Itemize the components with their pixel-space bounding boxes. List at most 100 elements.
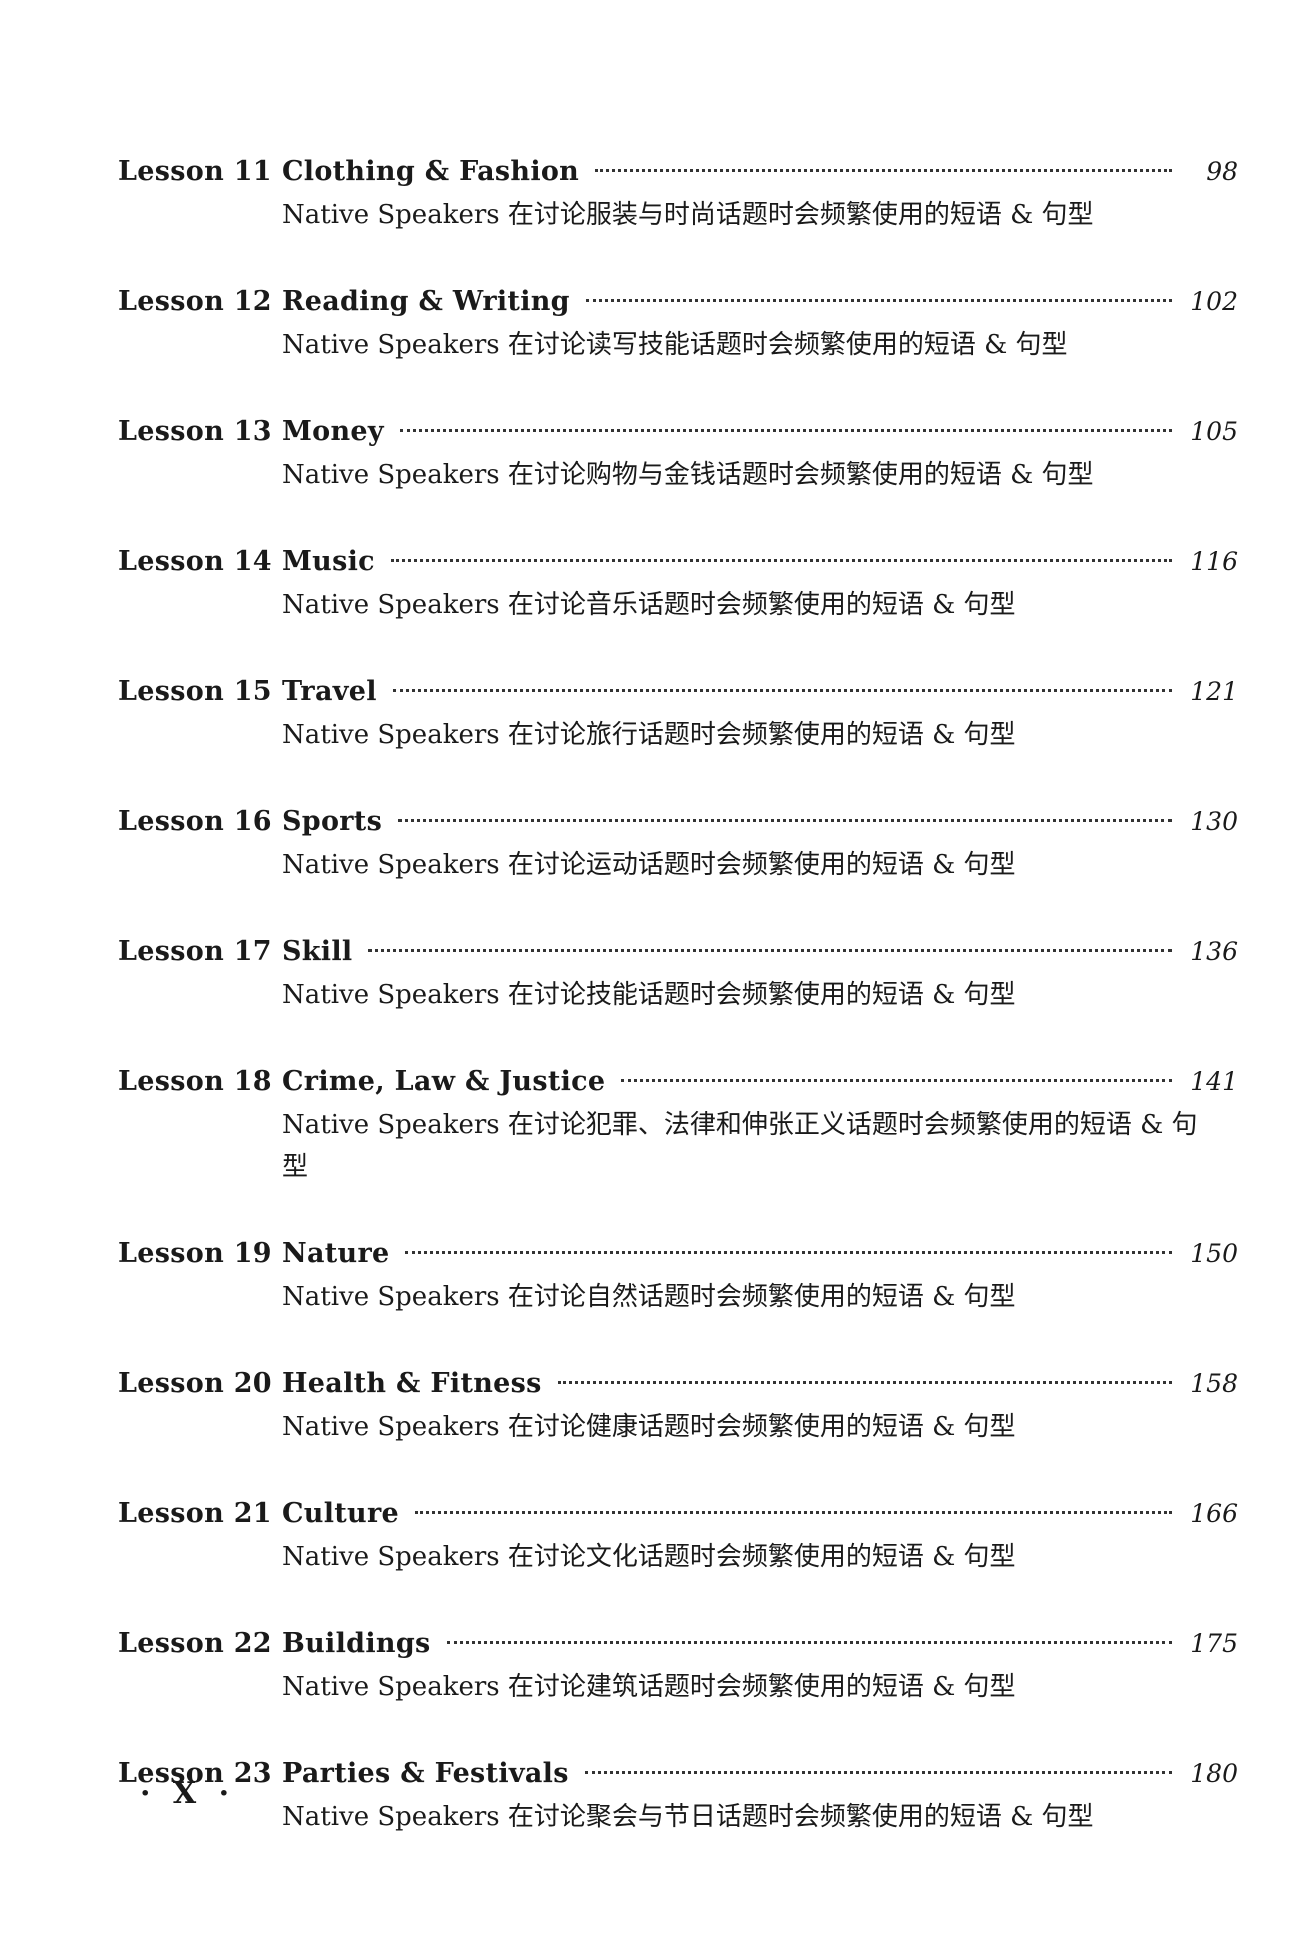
- toc-entry: Lesson 23 Parties & Festivals 180 Native…: [118, 1752, 1238, 1838]
- lesson-number: Lesson 15: [118, 676, 272, 707]
- page-number: 166: [1190, 1499, 1238, 1528]
- toc-entry: Lesson 15 Travel 121 Native Speakers 在讨论…: [118, 670, 1238, 756]
- lesson-title: Nature: [282, 1238, 390, 1269]
- toc-entry: Lesson 18 Crime, Law & Justice 141 Nativ…: [118, 1060, 1238, 1188]
- dot-leader: [585, 299, 1172, 302]
- title-line: Parties & Festivals 180: [282, 1752, 1238, 1796]
- page-number: 141: [1190, 1067, 1238, 1096]
- toc-entry: Lesson 17 Skill 136 Native Speakers 在讨论技…: [118, 930, 1238, 1016]
- lesson-description: Native Speakers 在讨论运动话题时会频繁使用的短语 & 句型: [282, 850, 1016, 880]
- lesson-description: Native Speakers 在讨论自然话题时会频繁使用的短语 & 句型: [282, 1282, 1016, 1312]
- lesson-number: Lesson 22: [118, 1628, 272, 1659]
- title-line: Sports 130: [282, 800, 1238, 844]
- lesson-number: Lesson 18: [118, 1066, 272, 1097]
- toc-entry: Lesson 21 Culture 166 Native Speakers 在讨…: [118, 1492, 1238, 1578]
- entry-body: Crime, Law & Justice 141 Native Speakers…: [282, 1060, 1238, 1188]
- dot-leader: [398, 819, 1172, 822]
- lesson-description: Native Speakers 在讨论购物与金钱话题时会频繁使用的短语 & 句型: [282, 460, 1094, 490]
- dot-leader: [405, 1251, 1172, 1254]
- dot-leader: [557, 1381, 1172, 1384]
- page-number: 105: [1190, 417, 1238, 446]
- page-number: 180: [1190, 1759, 1238, 1788]
- page-number: 102: [1190, 287, 1238, 316]
- page-number: 98: [1206, 157, 1238, 186]
- dot-leader: [595, 169, 1172, 172]
- title-line: Crime, Law & Justice 141: [282, 1060, 1238, 1104]
- page-number: 175: [1190, 1629, 1238, 1658]
- lesson-number: Lesson 11: [118, 156, 272, 187]
- lesson-title: Money: [282, 416, 384, 447]
- page-folio: · X ·: [140, 1776, 236, 1811]
- title-line: Buildings 175: [282, 1622, 1238, 1666]
- lesson-title: Clothing & Fashion: [282, 156, 580, 187]
- title-line: Travel 121: [282, 670, 1238, 714]
- lesson-title: Sports: [282, 806, 383, 837]
- lesson-number: Lesson 12: [118, 286, 272, 317]
- lesson-description: Native Speakers 在讨论建筑话题时会频繁使用的短语 & 句型: [282, 1672, 1016, 1702]
- title-line: Health & Fitness 158: [282, 1362, 1238, 1406]
- lesson-description: Native Speakers 在讨论健康话题时会频繁使用的短语 & 句型: [282, 1412, 1016, 1442]
- entry-body: Buildings 175 Native Speakers 在讨论建筑话题时会频…: [282, 1622, 1238, 1708]
- lesson-number: Lesson 20: [118, 1368, 272, 1399]
- entry-body: Health & Fitness 158 Native Speakers 在讨论…: [282, 1362, 1238, 1448]
- entry-body: Music 116 Native Speakers 在讨论音乐话题时会频繁使用的…: [282, 540, 1238, 626]
- toc-entry: Lesson 16 Sports 130 Native Speakers 在讨论…: [118, 800, 1238, 886]
- title-line: Nature 150: [282, 1232, 1238, 1276]
- entry-body: Sports 130 Native Speakers 在讨论运动话题时会频繁使用…: [282, 800, 1238, 886]
- title-line: Skill 136: [282, 930, 1238, 974]
- title-line: Clothing & Fashion 98: [282, 150, 1238, 194]
- lesson-number: Lesson 13: [118, 416, 272, 447]
- title-line: Reading & Writing 102: [282, 280, 1238, 324]
- entry-body: Money 105 Native Speakers 在讨论购物与金钱话题时会频繁…: [282, 410, 1238, 496]
- lesson-number: Lesson 19: [118, 1238, 272, 1269]
- lesson-title: Skill: [282, 936, 353, 967]
- lesson-description: Native Speakers 在讨论服装与时尚话题时会频繁使用的短语 & 句型: [282, 200, 1094, 230]
- toc-entry: Lesson 12 Reading & Writing 102 Native S…: [118, 280, 1238, 366]
- entry-body: Clothing & Fashion 98 Native Speakers 在讨…: [282, 150, 1238, 236]
- title-line: Money 105: [282, 410, 1238, 454]
- entry-body: Nature 150 Native Speakers 在讨论自然话题时会频繁使用…: [282, 1232, 1238, 1318]
- lesson-description: Native Speakers 在讨论技能话题时会频繁使用的短语 & 句型: [282, 980, 1016, 1010]
- dot-leader: [368, 949, 1172, 952]
- lesson-description: Native Speakers 在讨论旅行话题时会频繁使用的短语 & 句型: [282, 720, 1016, 750]
- lesson-description: Native Speakers 在讨论读写技能话题时会频繁使用的短语 & 句型: [282, 330, 1068, 360]
- entry-body: Culture 166 Native Speakers 在讨论文化话题时会频繁使…: [282, 1492, 1238, 1578]
- entry-body: Travel 121 Native Speakers 在讨论旅行话题时会频繁使用…: [282, 670, 1238, 756]
- toc-page: Lesson 11 Clothing & Fashion 98 Native S…: [0, 0, 1309, 1957]
- lesson-title: Travel: [282, 676, 377, 707]
- lesson-title: Crime, Law & Justice: [282, 1066, 606, 1097]
- page-number: 136: [1190, 937, 1238, 966]
- lesson-title: Music: [282, 546, 375, 577]
- entry-body: Skill 136 Native Speakers 在讨论技能话题时会频繁使用的…: [282, 930, 1238, 1016]
- title-line: Culture 166: [282, 1492, 1238, 1536]
- entry-body: Parties & Festivals 180 Native Speakers …: [282, 1752, 1238, 1838]
- lesson-number: Lesson 16: [118, 806, 272, 837]
- toc-entry: Lesson 14 Music 116 Native Speakers 在讨论音…: [118, 540, 1238, 626]
- lesson-description: Native Speakers 在讨论音乐话题时会频繁使用的短语 & 句型: [282, 590, 1016, 620]
- lesson-title: Health & Fitness: [282, 1368, 542, 1399]
- lesson-description: Native Speakers 在讨论文化话题时会频繁使用的短语 & 句型: [282, 1542, 1016, 1572]
- toc-entry: Lesson 13 Money 105 Native Speakers 在讨论购…: [118, 410, 1238, 496]
- page-number: 116: [1190, 547, 1238, 576]
- dot-leader: [446, 1641, 1172, 1644]
- title-line: Music 116: [282, 540, 1238, 584]
- toc-entry: Lesson 22 Buildings 175 Native Speakers …: [118, 1622, 1238, 1708]
- dot-leader: [414, 1511, 1172, 1514]
- dot-leader: [399, 429, 1172, 432]
- entry-body: Reading & Writing 102 Native Speakers 在讨…: [282, 280, 1238, 366]
- lesson-title: Parties & Festivals: [282, 1758, 569, 1789]
- lesson-title: Culture: [282, 1498, 399, 1529]
- lesson-description: Native Speakers 在讨论聚会与节日话题时会频繁使用的短语 & 句型: [282, 1802, 1094, 1832]
- dot-leader: [621, 1079, 1172, 1082]
- toc-entry: Lesson 19 Nature 150 Native Speakers 在讨论…: [118, 1232, 1238, 1318]
- lesson-number: Lesson 14: [118, 546, 272, 577]
- lesson-title: Buildings: [282, 1628, 431, 1659]
- dot-leader: [392, 689, 1172, 692]
- lesson-description: Native Speakers 在讨论犯罪、法律和伸张正义话题时会频繁使用的短语…: [282, 1110, 1198, 1182]
- toc-entry: Lesson 11 Clothing & Fashion 98 Native S…: [118, 150, 1238, 236]
- lesson-title: Reading & Writing: [282, 286, 570, 317]
- dot-leader: [390, 559, 1172, 562]
- dot-leader: [584, 1771, 1172, 1774]
- lesson-number: Lesson 21: [118, 1498, 272, 1529]
- toc-entry: Lesson 20 Health & Fitness 158 Native Sp…: [118, 1362, 1238, 1448]
